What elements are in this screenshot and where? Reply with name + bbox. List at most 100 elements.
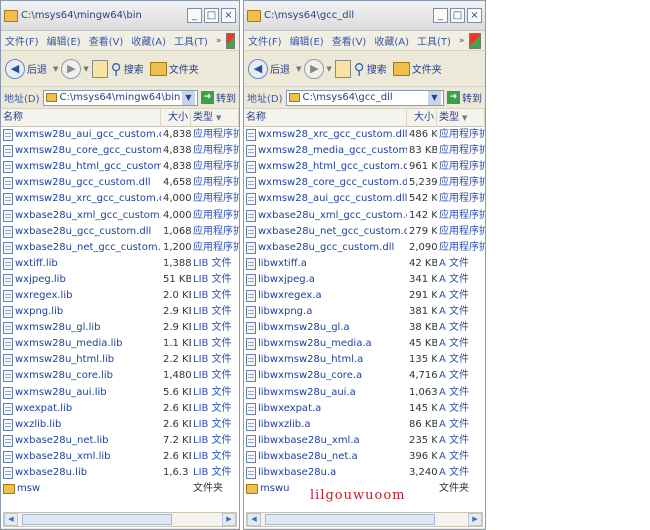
- address-input[interactable]: C:\msys64\mingw64\bin ▼: [42, 89, 198, 106]
- address-dropdown-button[interactable]: ▼: [182, 90, 195, 105]
- folder-row[interactable]: msw 文件夹: [1, 481, 239, 497]
- menu-tools[interactable]: 工具(T): [174, 33, 208, 48]
- column-type-header[interactable]: 类型 ▼: [191, 108, 239, 127]
- file-row[interactable]: wxmsw28u_xrc_gcc_custom.dll4,000 KB应用程序扩…: [1, 191, 239, 207]
- forward-dropdown-icon[interactable]: ▼: [83, 65, 88, 73]
- scroll-right-button[interactable]: ▶: [468, 513, 482, 526]
- file-row[interactable]: wxbase28u_net_gcc_custom.dll1,200 KB应用程序…: [1, 240, 239, 256]
- menu-view[interactable]: 查看(V): [89, 33, 124, 48]
- forward-dropdown-icon[interactable]: ▼: [326, 65, 331, 73]
- file-row[interactable]: libwxmsw28u_media.a 45 KB A 文件: [244, 336, 485, 352]
- file-row[interactable]: wxmsw28u_html_gcc_custom.dll4,838 KB应用程序…: [1, 159, 239, 175]
- horizontal-scrollbar[interactable]: ◀ ▶: [246, 512, 483, 527]
- file-row[interactable]: wxmsw28u_html.lib 2.2 KBLIB 文件: [1, 352, 239, 368]
- column-name-header[interactable]: 名称: [1, 108, 161, 127]
- horizontal-scrollbar[interactable]: ◀ ▶: [3, 512, 237, 527]
- menu-tools[interactable]: 工具(T): [417, 33, 451, 48]
- file-row[interactable]: libwxmsw28u_aui.a 1,063 KBA 文件: [244, 385, 485, 401]
- close-button[interactable]: ×: [467, 8, 482, 23]
- minimize-button[interactable]: _: [187, 8, 202, 23]
- scroll-right-button[interactable]: ▶: [222, 513, 236, 526]
- forward-button[interactable]: ▶: [304, 58, 325, 79]
- file-row[interactable]: wxbase28u_xml_gcc_custom.dll142 KB应用程序扩展: [244, 207, 485, 223]
- file-row[interactable]: wxbase28u_net_gcc_custom.dll279 KB应用程序扩展: [244, 224, 485, 240]
- file-row[interactable]: wxregex.lib 2.0 KBLIB 文件: [1, 288, 239, 304]
- scroll-left-button[interactable]: ◀: [4, 513, 18, 526]
- file-row[interactable]: wxzlib.lib 2.6 KBLIB 文件: [1, 417, 239, 433]
- back-dropdown-icon[interactable]: ▼: [296, 65, 301, 73]
- menu-file[interactable]: 文件(F): [248, 33, 282, 48]
- file-row[interactable]: libwxexpat.a 145 KBA 文件: [244, 401, 485, 417]
- file-row[interactable]: wxmsw28_media_gcc_custom.dll83 KB应用程序扩展: [244, 143, 485, 159]
- file-row[interactable]: libwxbase28u_net.a 396 KBA 文件: [244, 449, 485, 465]
- menu-edit[interactable]: 编辑(E): [290, 33, 324, 48]
- file-row[interactable]: libwxpng.a 381 KBA 文件: [244, 304, 485, 320]
- file-row[interactable]: wxtiff.lib 1,388 KBLIB 文件: [1, 256, 239, 272]
- file-row[interactable]: wxmsw28u_media.lib 1.1 KBLIB 文件: [1, 336, 239, 352]
- maximize-button[interactable]: □: [204, 8, 219, 23]
- file-row[interactable]: wxmsw28_core_gcc_custom.dll5,239 KB应用程序扩…: [244, 175, 485, 191]
- explorer-window-left[interactable]: C:\msys64\mingw64\bin _ □ × 文件(F) 编辑(E) …: [0, 0, 240, 530]
- go-button[interactable]: ➜ 转到: [447, 90, 482, 105]
- scroll-thumb[interactable]: [265, 514, 435, 525]
- back-button[interactable]: ◀ 后退: [5, 58, 47, 79]
- go-button[interactable]: ➜ 转到: [201, 90, 236, 105]
- menu-view[interactable]: 查看(V): [332, 33, 367, 48]
- file-row[interactable]: wxmsw28u_core.lib 1,480 KBLIB 文件: [1, 368, 239, 384]
- file-row[interactable]: wxbase28u_xml_gcc_custom.dll4,000 KB应用程序…: [1, 207, 239, 223]
- file-row[interactable]: wxmsw28u_aui_gcc_custom.dll4,838 KB应用程序扩…: [1, 127, 239, 143]
- minimize-button[interactable]: _: [433, 8, 448, 23]
- file-row[interactable]: wxmsw28u_gl.lib 2.9 KBLIB 文件: [1, 320, 239, 336]
- back-button[interactable]: ◀ 后退: [248, 58, 290, 79]
- scroll-track[interactable]: [18, 513, 222, 526]
- menu-overflow-button[interactable]: »: [216, 36, 222, 46]
- column-size-header[interactable]: 大小: [407, 108, 437, 127]
- file-row[interactable]: wxmsw28u_core_gcc_custom.dll4,838 KB应用程序…: [1, 143, 239, 159]
- forward-button[interactable]: ▶: [61, 58, 82, 79]
- up-folder-button[interactable]: [334, 59, 351, 78]
- file-row[interactable]: wxmsw28_html_gcc_custom.dll961 KB应用程序扩展: [244, 159, 485, 175]
- column-name-header[interactable]: 名称: [244, 108, 407, 127]
- file-list[interactable]: wxmsw28_xrc_gcc_custom.dll486 KB应用程序扩展wx…: [244, 127, 485, 528]
- file-row[interactable]: libwxjpeg.a 341 KBA 文件: [244, 272, 485, 288]
- file-row[interactable]: wxmsw28u_gcc_custom.dll 4,658 KB应用程序扩展: [1, 175, 239, 191]
- folders-button[interactable]: 文件夹: [149, 61, 199, 76]
- file-row[interactable]: wxjpeg.lib 51 KB LIB 文件: [1, 272, 239, 288]
- search-button[interactable]: ⚲ 搜索: [354, 60, 387, 78]
- menu-overflow-button[interactable]: »: [459, 36, 465, 46]
- address-dropdown-button[interactable]: ▼: [428, 90, 441, 105]
- file-row[interactable]: wxbase28u_gcc_custom.dll 2,090 KB应用程序扩展: [244, 240, 485, 256]
- back-dropdown-icon[interactable]: ▼: [53, 65, 58, 73]
- column-type-header[interactable]: 类型 ▼: [437, 108, 485, 127]
- file-row[interactable]: wxbase28u_xml.lib 2.6 KBLIB 文件: [1, 449, 239, 465]
- menu-edit[interactable]: 编辑(E): [47, 33, 81, 48]
- file-row[interactable]: libwxzlib.a 86 KB A 文件: [244, 417, 485, 433]
- file-row[interactable]: wxbase28u_gcc_custom.dll 1,068 KB应用程序扩展: [1, 224, 239, 240]
- folders-button[interactable]: 文件夹: [392, 61, 442, 76]
- file-row[interactable]: wxbase28u_net.lib 7.2 KBLIB 文件: [1, 433, 239, 449]
- explorer-window-right[interactable]: C:\msys64\gcc_dll _ □ × 文件(F) 编辑(E) 查看(V…: [243, 0, 486, 530]
- search-button[interactable]: ⚲ 搜索: [111, 60, 144, 78]
- file-row[interactable]: libwxtiff.a 42 KB A 文件: [244, 256, 485, 272]
- menu-file[interactable]: 文件(F): [5, 33, 39, 48]
- title-bar[interactable]: C:\msys64\gcc_dll _ □ ×: [244, 1, 485, 31]
- scroll-left-button[interactable]: ◀: [247, 513, 261, 526]
- file-list[interactable]: wxmsw28u_aui_gcc_custom.dll4,838 KB应用程序扩…: [1, 127, 239, 528]
- address-input[interactable]: C:\msys64\gcc_dll ▼: [285, 89, 444, 106]
- file-row[interactable]: wxmsw28_xrc_gcc_custom.dll486 KB应用程序扩展: [244, 127, 485, 143]
- file-row[interactable]: libwxmsw28u_core.a 4,716 KBA 文件: [244, 368, 485, 384]
- file-row[interactable]: wxexpat.lib 2.6 KBLIB 文件: [1, 401, 239, 417]
- file-row[interactable]: libwxregex.a 291 KBA 文件: [244, 288, 485, 304]
- file-row[interactable]: libwxmsw28u_gl.a 38 KB A 文件: [244, 320, 485, 336]
- menu-favorites[interactable]: 收藏(A): [374, 33, 409, 48]
- file-row[interactable]: libwxbase28u_xml.a 235 KBA 文件: [244, 433, 485, 449]
- maximize-button[interactable]: □: [450, 8, 465, 23]
- file-row[interactable]: wxpng.lib 2.9 KBLIB 文件: [1, 304, 239, 320]
- file-row[interactable]: wxmsw28_aui_gcc_custom.dll542 KB应用程序扩展: [244, 191, 485, 207]
- column-size-header[interactable]: 大小: [161, 108, 191, 127]
- file-row[interactable]: wxmsw28u_aui.lib 5.6 KBLIB 文件: [1, 385, 239, 401]
- file-row[interactable]: libwxbase28u.a 3,240 KBA 文件: [244, 465, 485, 481]
- scroll-thumb[interactable]: [22, 514, 172, 525]
- file-row[interactable]: libwxmsw28u_html.a 135 KBA 文件: [244, 352, 485, 368]
- close-button[interactable]: ×: [221, 8, 236, 23]
